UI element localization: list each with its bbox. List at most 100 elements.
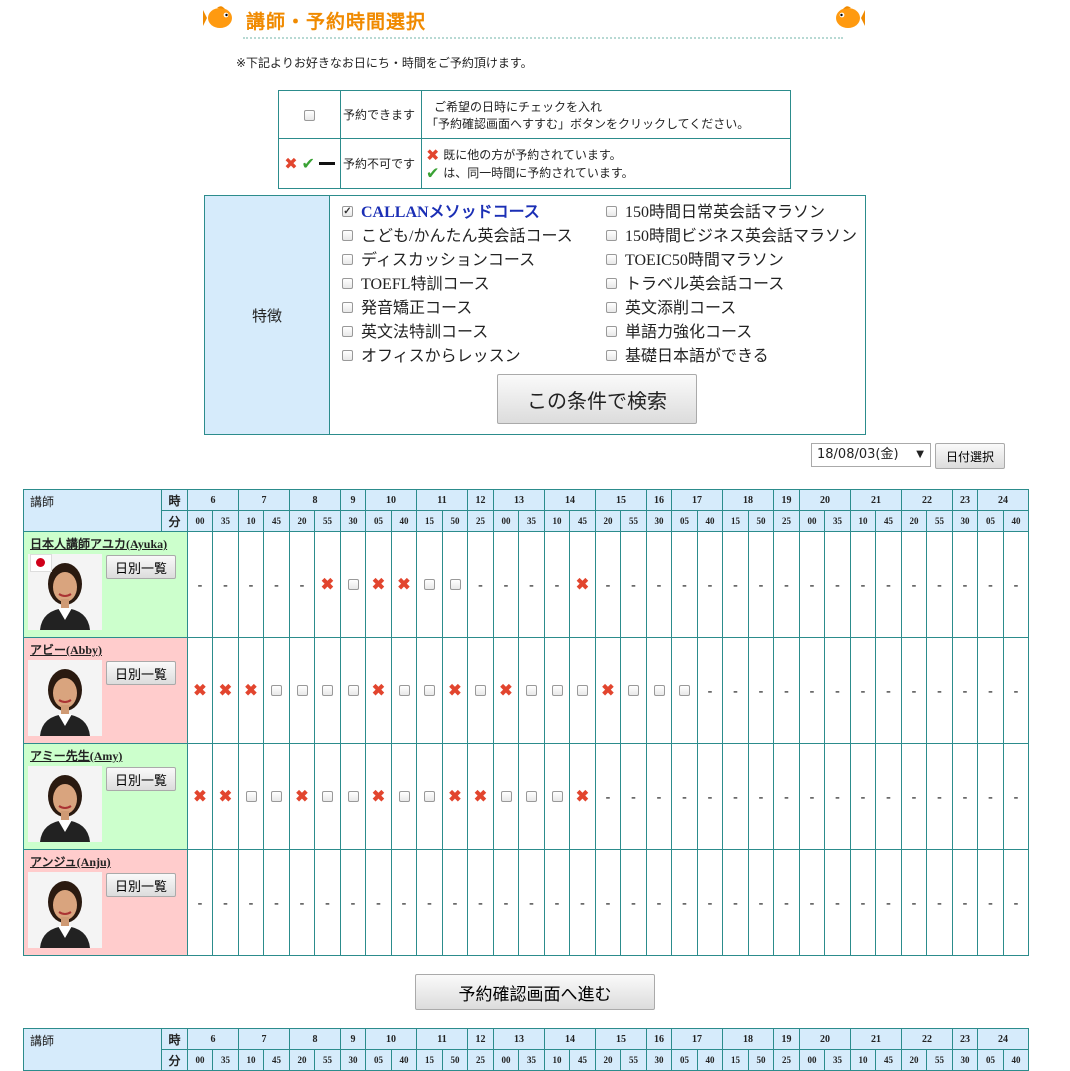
slot-checkbox[interactable] [679,685,690,697]
feature-option[interactable]: こども/かんたん英会話コース [342,225,573,249]
cross-icon: ✖ [244,681,258,699]
time-slot[interactable] [391,743,417,850]
slot-checkbox[interactable] [551,685,563,697]
feature-option[interactable]: トラベル英会話コース [606,273,857,297]
slot-checkbox[interactable] [526,685,537,697]
time-slot[interactable] [544,637,570,744]
time-slot[interactable] [646,637,672,744]
slot-checkbox[interactable] [449,579,461,591]
feature-checkbox[interactable] [342,229,353,241]
time-slot[interactable] [391,637,417,744]
time-slot[interactable] [314,743,341,850]
time-slot[interactable] [416,743,443,850]
time-slot[interactable] [544,743,570,850]
feature-checkbox[interactable] [342,349,353,361]
slot-checkbox[interactable] [347,791,359,803]
slot-checkbox[interactable] [271,791,282,803]
time-slot[interactable] [340,531,366,638]
slot-checkbox[interactable] [424,685,435,697]
feature-checkbox[interactable] [606,253,617,265]
time-slot[interactable] [238,743,264,850]
daily-list-button[interactable]: 日別一覧 [106,767,176,791]
unavailable-dash: - [682,577,687,593]
date-select-button[interactable]: 日付選択 [935,443,1005,469]
feature-option[interactable]: 英文法特訓コース [342,321,573,345]
feature-checkbox[interactable] [342,205,353,217]
time-slot[interactable] [671,637,698,744]
slot-checkbox[interactable] [424,579,435,591]
time-slot[interactable] [467,637,494,744]
time-slot: - [850,849,876,956]
feature-option[interactable]: オフィスからレッスン [342,345,573,369]
slot-checkbox[interactable] [500,791,512,803]
feature-option[interactable]: 発音矯正コース [342,297,573,321]
slot-checkbox[interactable] [398,791,410,803]
time-slot[interactable] [340,743,366,850]
time-slot[interactable] [620,637,647,744]
time-slot[interactable] [518,743,545,850]
page-title: 講師・予約時間選択 [246,11,427,33]
feature-checkbox[interactable] [342,253,353,265]
time-slot[interactable] [518,637,545,744]
slot-checkbox[interactable] [398,685,410,697]
feature-checkbox[interactable] [342,301,353,313]
slot-checkbox[interactable] [245,791,257,803]
feature-checkbox[interactable] [342,277,353,289]
feature-checkbox[interactable] [606,301,617,313]
minute-header: 00 [187,1049,213,1071]
daily-list-button[interactable]: 日別一覧 [106,555,176,579]
feature-checkbox[interactable] [606,325,617,337]
feature-option[interactable]: 150時間日常英会話マラソン [606,201,857,225]
time-slot[interactable] [569,637,596,744]
time-slot[interactable] [289,637,315,744]
time-slot[interactable] [340,637,366,744]
minute-header: 20 [289,1049,315,1071]
feature-option[interactable]: TOEIC50時間マラソン [606,249,857,273]
time-slot[interactable] [416,531,443,638]
teacher-name-link[interactable]: アミー先生(Amy) [30,747,122,764]
daily-list-button[interactable]: 日別一覧 [106,661,176,685]
time-slot[interactable] [263,743,290,850]
slot-checkbox[interactable] [577,685,588,697]
check-icon: ✔ [301,153,315,173]
feature-option[interactable]: CALLANメソッドコース [342,201,573,225]
slot-checkbox[interactable] [347,579,359,591]
slot-checkbox[interactable] [271,685,282,697]
slot-checkbox[interactable] [424,791,435,803]
search-button[interactable]: この条件で検索 [497,374,697,424]
feature-option[interactable]: 英文添削コース [606,297,857,321]
teacher-name-link[interactable]: 日本人講師アユカ(Ayuka) [30,535,167,552]
feature-option[interactable]: ディスカッションコース [342,249,573,273]
time-slot[interactable] [442,531,468,638]
feature-option[interactable]: 単語力強化コース [606,321,857,345]
time-slot: - [977,743,1004,850]
time-slot[interactable] [416,637,443,744]
feature-checkbox[interactable] [606,229,617,241]
time-slot[interactable] [493,743,519,850]
feature-option[interactable]: TOEFL特訓コース [342,273,573,297]
slot-checkbox[interactable] [322,791,333,803]
feature-checkbox[interactable] [606,277,617,289]
date-select[interactable]: 18/08/03(金) ▼ [811,443,931,467]
slot-checkbox[interactable] [347,685,359,697]
feature-option[interactable]: 150時間ビジネス英会話マラソン [606,225,857,249]
unavailable-dash: - [707,789,713,805]
time-slot: - [697,637,723,744]
time-slot[interactable] [314,637,341,744]
proceed-to-confirm-button[interactable]: 予約確認画面へ進む [415,974,655,1010]
slot-checkbox[interactable] [628,685,639,697]
feature-checkbox[interactable] [342,325,353,337]
feature-checkbox[interactable] [606,349,617,361]
feature-checkbox[interactable] [606,205,617,217]
slot-checkbox[interactable] [475,685,486,697]
slot-checkbox[interactable] [322,685,333,697]
slot-checkbox[interactable] [296,685,308,697]
teacher-name-link[interactable]: アンジュ(Anju) [30,853,111,870]
daily-list-button[interactable]: 日別一覧 [106,873,176,897]
time-slot[interactable] [263,637,290,744]
slot-checkbox[interactable] [653,685,665,697]
slot-checkbox[interactable] [526,791,537,803]
feature-option[interactable]: 基礎日本語ができる [606,345,857,369]
slot-checkbox[interactable] [551,791,563,803]
teacher-name-link[interactable]: アビー(Abby) [30,641,102,658]
